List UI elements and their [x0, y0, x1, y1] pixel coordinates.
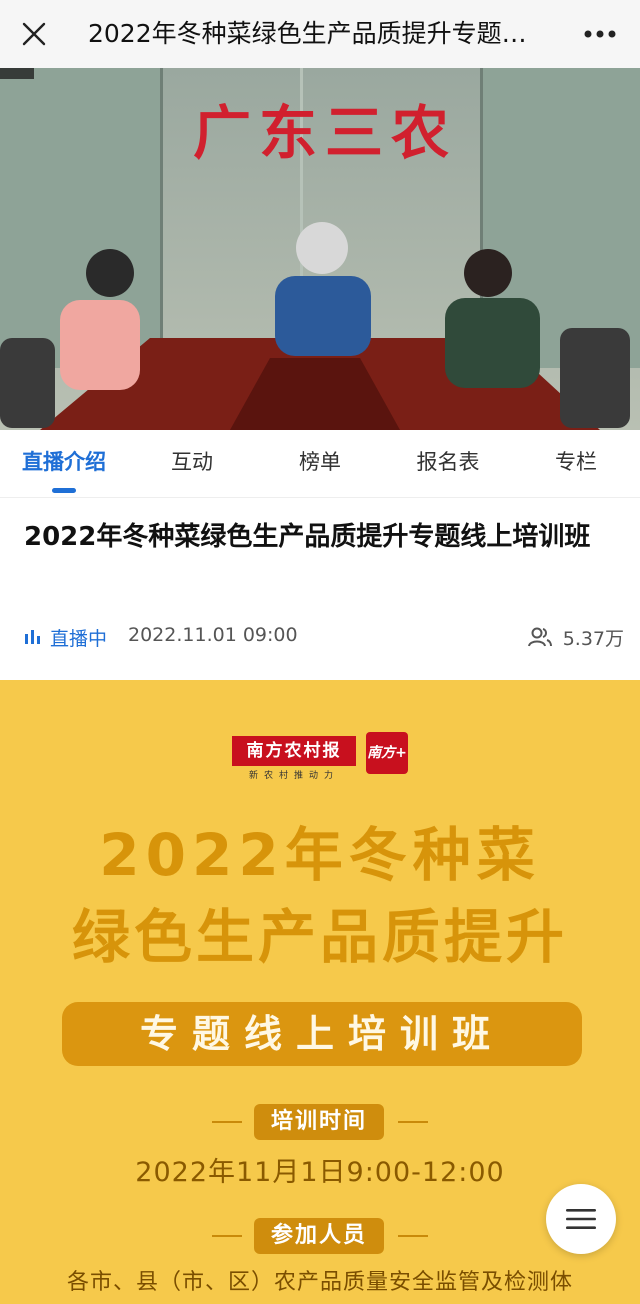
more-options-icon[interactable] — [578, 14, 622, 54]
participants-heading: 参加人员 — [0, 1218, 640, 1254]
close-icon[interactable] — [12, 12, 56, 56]
floating-menu-button[interactable] — [546, 1184, 616, 1254]
participants-text: 各市、县（市、区）农产品质量安全监管及检测体系 — [66, 1270, 573, 1295]
poster-title-line1: 2022年冬种菜 — [99, 821, 541, 889]
active-tab-indicator — [52, 488, 76, 493]
training-time-heading: 培训时间 — [0, 1104, 640, 1140]
divider — [398, 1121, 428, 1123]
view-count: 5.37万 — [562, 628, 624, 650]
live-start-time: 2022.11.01 09:00 — [128, 624, 298, 646]
event-poster: 南方农村报 新农村推动力 南方+ 2022年冬种菜 绿色生产品质提升 专题线上培… — [0, 680, 640, 1304]
newspaper-slogan: 新农村推动力 — [248, 771, 339, 781]
poster-banner: 专题线上培训班 — [62, 1002, 582, 1066]
divider — [0, 497, 640, 498]
tab-interaction[interactable]: 互动 — [134, 430, 250, 496]
tab-bar: 直播介绍 互动 榜单 报名表 专栏 — [0, 430, 640, 496]
article-title: 2022年冬种菜绿色生产品质提升专题线上培训班 — [24, 522, 591, 552]
viewers-icon — [528, 627, 552, 647]
divider — [398, 1235, 428, 1237]
top-bar: 2022年冬种菜绿色生产品质提升专题线上培训班 — [0, 0, 640, 68]
divider — [212, 1235, 242, 1237]
page-title: 2022年冬种菜绿色生产品质提升专题线上培训班 — [88, 19, 548, 48]
tab-registration-form[interactable]: 报名表 — [390, 430, 506, 496]
tab-live-intro[interactable]: 直播介绍 — [6, 430, 122, 496]
tab-ranking[interactable]: 榜单 — [262, 430, 378, 496]
divider — [212, 1121, 242, 1123]
wall-sign: 广东三农 — [192, 99, 457, 167]
live-video-player[interactable]: 广东三农 — [0, 68, 640, 430]
nanfang-plus-logo: 南方+ — [366, 732, 408, 774]
article-meta: 直播中 2022.11.01 09:00 5.37万 — [24, 622, 624, 654]
tab-column[interactable]: 专栏 — [518, 430, 634, 496]
menu-icon — [566, 1209, 596, 1229]
participants-label: 参加人员 — [254, 1218, 384, 1254]
poster-title-line2: 绿色生产品质提升 — [71, 903, 568, 971]
newspaper-logo: 南方农村报 — [232, 736, 356, 766]
training-time-value: 2022年11月1日9:00-12:00 — [135, 1157, 505, 1188]
live-status: 直播中 — [50, 628, 108, 650]
training-time-label: 培训时间 — [254, 1104, 384, 1140]
live-signal-icon — [25, 630, 40, 644]
